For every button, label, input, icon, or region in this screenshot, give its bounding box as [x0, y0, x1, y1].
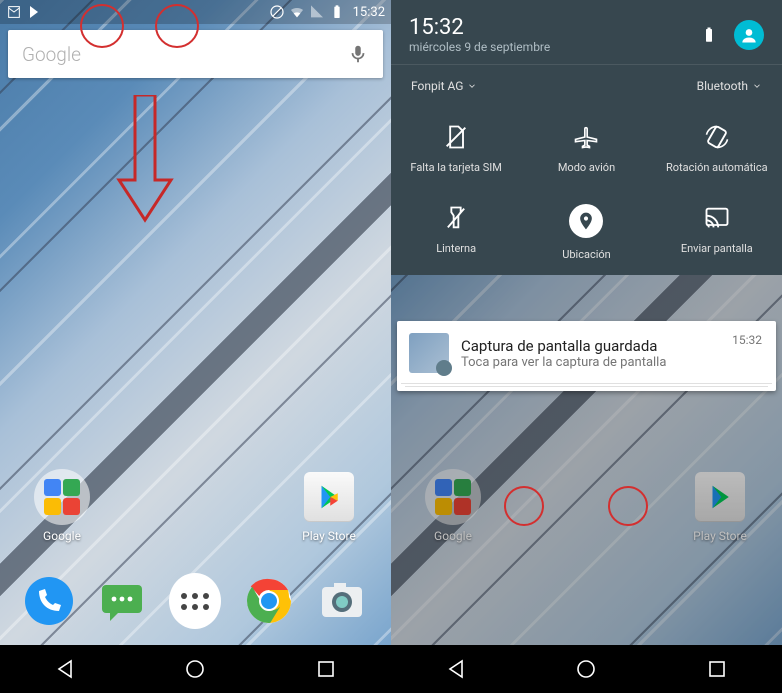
nav-home[interactable]: [574, 657, 598, 681]
signal-icon: [309, 4, 325, 20]
qs-tile-sim[interactable]: Falta la tarjeta SIM: [401, 113, 511, 188]
qs-tile-airplane[interactable]: Modo avión: [531, 113, 641, 188]
notification-stack-indicator: [405, 386, 768, 391]
wifi-label: Fonpit AG: [411, 79, 463, 93]
qs-tile-label: Linterna: [436, 242, 476, 255]
play-store-app[interactable]: Play Store: [297, 469, 361, 543]
folder-icon: [34, 469, 90, 525]
annotation-circle-right: [608, 486, 648, 526]
qs-connectivity-row: Fonpit AG Bluetooth: [391, 64, 782, 107]
nav-bar: [391, 645, 782, 693]
no-sim-icon: [442, 123, 470, 151]
annotation-circle-left: [504, 486, 544, 526]
flashlight-icon: [442, 204, 470, 232]
nav-recent[interactable]: [314, 657, 338, 681]
wifi-icon: [289, 4, 305, 20]
quick-settings-panel: 15:32 miércoles 9 de septiembre Fonpit A…: [391, 0, 782, 275]
status-left-icons: [6, 4, 42, 20]
battery-icon: [329, 4, 345, 20]
quick-settings-screen: 15:32 miércoles 9 de septiembre Fonpit A…: [391, 0, 782, 693]
google-folder[interactable]: Google: [30, 469, 94, 543]
nav-home[interactable]: [183, 657, 207, 681]
qs-bluetooth-toggle[interactable]: Bluetooth: [697, 79, 762, 93]
gmail-icon: [6, 4, 22, 20]
play-store-label: Play Store: [302, 529, 356, 543]
camera-app[interactable]: [316, 575, 368, 627]
status-right-icons: 15:32: [269, 4, 385, 20]
chevron-down-icon: [752, 81, 762, 91]
qs-tile-flashlight[interactable]: Linterna: [401, 194, 511, 275]
qs-time: 15:32: [409, 15, 550, 40]
annotation-circle-right: [155, 4, 199, 48]
qs-tile-cast[interactable]: Enviar pantalla: [662, 194, 772, 275]
folder-label: Google: [43, 529, 81, 543]
rotation-icon: [703, 123, 731, 151]
notification-subtitle: Toca para ver la captura de pantalla: [461, 355, 732, 370]
qs-tile-label: Falta la tarjeta SIM: [410, 161, 501, 174]
home-app-row: Google Play Store: [0, 469, 391, 543]
qs-tile-row-1: Falta la tarjeta SIM Modo avión Rotación…: [391, 107, 782, 188]
airplane-icon: [572, 123, 600, 151]
notification-card[interactable]: Captura de pantalla guardada Toca para v…: [397, 321, 776, 391]
home-screen: 15:32 Google Google Play Store: [0, 0, 391, 693]
messages-app[interactable]: [96, 575, 148, 627]
qs-tile-row-2: Linterna Ubicación Enviar pantalla: [391, 188, 782, 275]
user-avatar[interactable]: [734, 20, 764, 50]
notification-title: Captura de pantalla guardada: [461, 337, 732, 355]
nav-recent[interactable]: [705, 657, 729, 681]
qs-header: 15:32 miércoles 9 de septiembre: [391, 12, 782, 64]
qs-tile-label: Modo avión: [558, 161, 615, 174]
nav-back[interactable]: [444, 657, 468, 681]
qs-tile-rotation[interactable]: Rotación automática: [662, 113, 772, 188]
playstore-status-icon: [26, 4, 42, 20]
screenshot-thumbnail-icon: [409, 333, 449, 373]
qs-tile-label: Enviar pantalla: [681, 242, 753, 255]
phone-app[interactable]: [23, 575, 75, 627]
app-drawer-button[interactable]: [169, 575, 221, 627]
annotation-arrow-down: [115, 95, 175, 225]
do-not-disturb-icon: [269, 4, 285, 20]
nav-back[interactable]: [53, 657, 77, 681]
chevron-down-icon: [467, 81, 477, 91]
qs-tile-label: Ubicación: [562, 248, 611, 261]
location-icon: [569, 204, 603, 238]
chrome-app[interactable]: [243, 575, 295, 627]
annotation-circle-left: [80, 4, 124, 48]
nav-bar: [0, 645, 391, 693]
bluetooth-label: Bluetooth: [697, 79, 748, 93]
qs-tile-label: Rotación automática: [666, 161, 768, 174]
app-drawer-icon: [169, 573, 221, 629]
mic-icon[interactable]: [347, 43, 369, 65]
dock: [0, 565, 391, 637]
qs-tile-location[interactable]: Ubicación: [531, 194, 641, 275]
qs-wifi-toggle[interactable]: Fonpit AG: [411, 79, 477, 93]
qs-date: miércoles 9 de septiembre: [409, 40, 550, 54]
notification-time: 15:32: [732, 333, 762, 347]
play-store-icon: [304, 472, 354, 522]
cast-icon: [703, 204, 731, 232]
status-time: 15:32: [353, 5, 385, 20]
battery-icon: [700, 25, 718, 45]
